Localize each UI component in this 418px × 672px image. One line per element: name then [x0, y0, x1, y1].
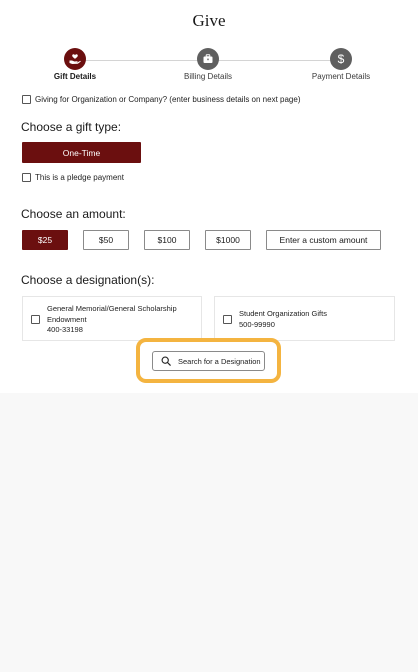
designation-heading: Choose a designation(s):: [21, 273, 155, 287]
hand-heart-icon: [64, 48, 86, 70]
step-payment-details: $ Payment Details: [286, 48, 396, 81]
step-label: Payment Details: [311, 72, 371, 81]
dollar-icon: $: [330, 48, 352, 70]
one-time-button[interactable]: One-Time: [22, 142, 141, 163]
designation-checkbox[interactable]: [223, 315, 232, 324]
organization-checkbox[interactable]: [22, 95, 31, 104]
step-label: Gift Details: [53, 72, 97, 81]
gift-form: Give Gift Details Billing Details $ Paym…: [0, 0, 418, 393]
briefcase-icon: [197, 48, 219, 70]
designation-code: 400-33198: [47, 325, 83, 334]
amount-heading: Choose an amount:: [21, 207, 126, 221]
pledge-option[interactable]: This is a pledge payment: [22, 173, 124, 182]
svg-text:$: $: [338, 52, 345, 66]
page-title: Give: [192, 11, 226, 30]
designation-name: Student Organization Gifts: [239, 309, 327, 318]
gift-type-heading: Choose a gift type:: [21, 120, 122, 134]
pledge-label: This is a pledge payment: [35, 173, 124, 182]
designation-card[interactable]: Student Organization Gifts 500-99990: [214, 296, 395, 341]
designation-text: General Memorial/General Scholarship End…: [47, 304, 177, 336]
designation-checkbox[interactable]: [31, 315, 40, 324]
pledge-checkbox[interactable]: [22, 173, 31, 182]
custom-amount-button[interactable]: Enter a custom amount: [266, 230, 381, 250]
step-billing-details: Billing Details: [153, 48, 263, 81]
amount-1000-button[interactable]: $1000: [205, 230, 251, 250]
designation-name-cont: Endowment: [47, 314, 87, 324]
designation-name: General Memorial/General Scholarship: [47, 304, 177, 313]
search-designation-button[interactable]: Search for a Designation: [152, 351, 265, 371]
organization-label: Giving for Organization or Company? (ent…: [35, 95, 301, 104]
step-gift-details: Gift Details: [20, 48, 130, 81]
designation-text: Student Organization Gifts 500-99990: [239, 309, 327, 330]
designation-card[interactable]: General Memorial/General Scholarship End…: [22, 296, 202, 341]
step-label: Billing Details: [183, 72, 233, 81]
amount-25-button[interactable]: $25: [22, 230, 68, 250]
search-icon: [161, 356, 171, 366]
amount-100-button[interactable]: $100: [144, 230, 190, 250]
search-designation-label: Search for a Designation: [178, 356, 261, 366]
amount-50-button[interactable]: $50: [83, 230, 129, 250]
designation-code: 500-99990: [239, 319, 275, 329]
organization-option[interactable]: Giving for Organization or Company? (ent…: [22, 95, 300, 104]
